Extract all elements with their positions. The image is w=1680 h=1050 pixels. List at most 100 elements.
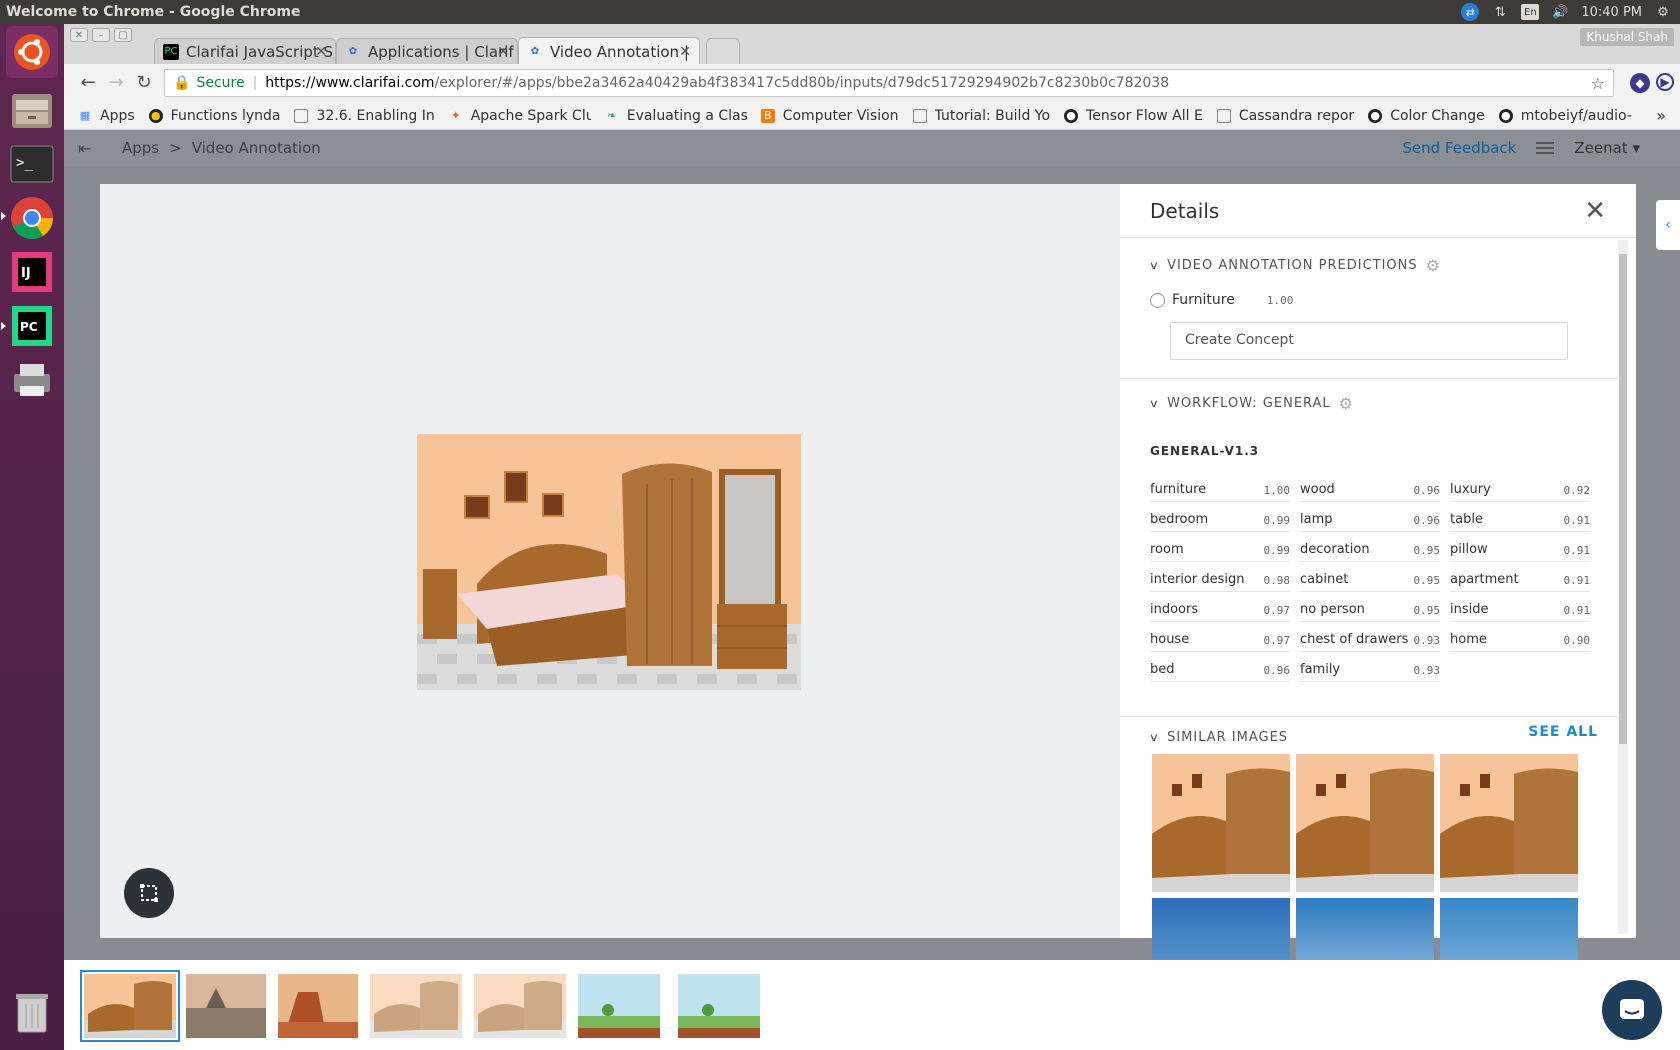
intellij-icon[interactable]: IJ — [6, 246, 58, 298]
page-icon — [1216, 108, 1231, 123]
tag-item[interactable]: inside 0.91 — [1450, 592, 1590, 622]
new-tab-button[interactable] — [706, 38, 740, 64]
chrome-icon[interactable] — [6, 192, 58, 244]
reload-icon[interactable]: ↻ — [132, 72, 156, 94]
tab-video-annotation[interactable]: ✿ Video Annotation | ✕ — [518, 37, 700, 65]
send-feedback-link[interactable]: Send Feedback — [1402, 139, 1516, 157]
tag-item[interactable]: house 0.97 — [1150, 622, 1290, 652]
bookmark-item[interactable]: ● Tensor Flow All E — [1064, 108, 1203, 124]
files-icon[interactable] — [6, 84, 58, 136]
tag-item[interactable]: cabinet 0.95 — [1300, 562, 1440, 592]
tag-item[interactable]: room 0.99 — [1150, 532, 1290, 562]
tab-clarifai-javascript[interactable]: PC Clarifai JavaScript S ✕ — [154, 38, 336, 64]
network-icon[interactable]: ⇅ — [1491, 3, 1509, 21]
tag-item[interactable]: no person 0.95 — [1300, 592, 1440, 622]
tag-item[interactable]: furniture 1.00 — [1150, 472, 1290, 502]
gear-icon[interactable]: ⚙ — [1426, 256, 1441, 275]
close-tab-icon[interactable]: ✕ — [679, 44, 691, 60]
tag-item[interactable]: indoors 0.97 — [1150, 592, 1290, 622]
bookmark-item[interactable]: 32.6. Enabling In — [294, 108, 435, 124]
create-concept-input[interactable]: Create Concept — [1170, 322, 1568, 360]
frame-thumbnail[interactable] — [278, 974, 358, 1038]
bookmark-item[interactable]: ● Functions lynda — [148, 108, 280, 124]
bookmark-item[interactable]: ✦ Apache Spark Clu — [449, 108, 591, 124]
user-menu[interactable]: Zeenat ▾ — [1574, 139, 1640, 157]
forward-arrow-icon[interactable]: → — [104, 72, 128, 94]
video-annotation-predictions-header[interactable]: ∨ VIDEO ANNOTATION PREDICTIONS ⚙ — [1149, 256, 1441, 275]
tag-item[interactable]: home 0.90 — [1450, 622, 1590, 652]
page-content: ⇤ Apps > Video Annotation Send Feedback … — [64, 130, 1680, 1050]
printer-icon[interactable] — [6, 354, 58, 406]
frame-thumbnail[interactable] — [80, 970, 180, 1042]
extension-icon[interactable]: ◆ — [1630, 73, 1650, 93]
page-icon — [912, 108, 927, 123]
media-play-icon[interactable]: ▶ — [1656, 73, 1674, 91]
bookmark-apps[interactable]: ▦ Apps — [78, 108, 135, 124]
concept-radio[interactable] — [1150, 292, 1165, 308]
tab-applications-clarifai[interactable]: ✿ Applications | Clarif ✕ — [336, 38, 518, 64]
frame-thumbnail[interactable] — [186, 974, 266, 1038]
frame-thumbnail[interactable] — [578, 974, 660, 1038]
gear-icon[interactable]: ⚙ — [1339, 394, 1354, 413]
close-tab-icon[interactable]: ✕ — [315, 44, 327, 60]
bookmark-star-icon[interactable]: ☆ — [1591, 74, 1605, 93]
bookmark-item[interactable]: ● Color Change — [1368, 108, 1485, 124]
close-window-icon[interactable]: ✕ — [70, 28, 88, 42]
tag-item[interactable]: lamp 0.96 — [1300, 502, 1440, 532]
ubuntu-logo-icon[interactable] — [6, 26, 58, 78]
tag-item[interactable]: interior design 0.98 — [1150, 562, 1290, 592]
settings-gear-icon[interactable]: ⚙ — [1654, 3, 1672, 21]
breadcrumb-apps[interactable]: Apps — [122, 139, 159, 157]
tag-item[interactable]: bed 0.96 — [1150, 652, 1290, 682]
pycharm-icon[interactable]: PC — [6, 300, 58, 352]
apps-grid-icon: ▦ — [79, 109, 91, 122]
tag-item[interactable]: luxury 0.92 — [1450, 472, 1590, 502]
similar-images-header[interactable]: ∨ SIMILAR IMAGES — [1149, 730, 1288, 745]
terminal-icon[interactable]: >_ — [6, 138, 58, 190]
hamburger-menu-icon[interactable] — [1536, 142, 1555, 154]
chevron-left-icon[interactable]: ‹ — [1656, 200, 1680, 250]
section-divider — [1120, 378, 1620, 379]
similar-image[interactable] — [1152, 754, 1290, 892]
bookmark-item[interactable]: ● mtobeiyf/audio- — [1498, 108, 1632, 124]
profile-name[interactable]: Khushal Shah — [1580, 28, 1674, 46]
tag-item[interactable]: pillow 0.91 — [1450, 532, 1590, 562]
trash-icon[interactable] — [6, 986, 58, 1038]
scrollbar-thumb[interactable] — [1619, 254, 1627, 744]
similar-image[interactable] — [1296, 754, 1434, 892]
close-icon[interactable]: ✕ — [1584, 196, 1606, 226]
clock[interactable]: 10:40 PM — [1581, 5, 1642, 20]
bookmark-item[interactable]: Tutorial: Build Yo — [912, 108, 1050, 124]
keyboard-layout-indicator[interactable]: En — [1521, 4, 1540, 20]
svg-text:PC: PC — [20, 320, 38, 334]
details-scrollbar[interactable] — [1618, 240, 1628, 934]
similar-image[interactable] — [1440, 754, 1578, 892]
tag-item[interactable]: decoration 0.95 — [1300, 532, 1440, 562]
tag-item[interactable]: table 0.91 — [1450, 502, 1590, 532]
concept-name: Furniture — [1172, 292, 1235, 308]
more-bookmarks-chevron[interactable]: » — [1656, 106, 1666, 125]
back-arrow-icon[interactable]: ← — [76, 72, 100, 94]
address-bar[interactable]: 🔒 Secure | https://www.clarifai.com /exp… — [164, 69, 1614, 97]
bookmark-item[interactable]: ❧ Evaluating a Clas — [605, 108, 747, 124]
bookmark-item[interactable]: Cassandra repor — [1216, 108, 1354, 124]
see-all-link[interactable]: SEE ALL — [1528, 724, 1598, 740]
chat-support-button[interactable] — [1602, 980, 1662, 1040]
collapse-sidebar-icon[interactable]: ⇤ — [78, 139, 91, 158]
tag-item[interactable]: apartment 0.91 — [1450, 562, 1590, 592]
frame-thumbnail[interactable] — [474, 974, 566, 1038]
tag-item[interactable]: family 0.93 — [1300, 652, 1440, 682]
bounding-box-tool-button[interactable] — [124, 868, 174, 918]
teamviewer-icon[interactable]: ⇄ — [1461, 3, 1480, 21]
minimize-window-icon[interactable]: – — [92, 28, 110, 42]
tag-item[interactable]: wood 0.96 — [1300, 472, 1440, 502]
workflow-general-header[interactable]: ∨ WORKFLOW: GENERAL ⚙ — [1149, 394, 1354, 413]
maximize-window-icon[interactable]: ▢ — [114, 28, 132, 42]
close-tab-icon[interactable]: ✕ — [497, 44, 509, 60]
frame-thumbnail[interactable] — [370, 974, 462, 1038]
bookmark-item[interactable]: B Computer Vision — [760, 108, 899, 124]
tag-item[interactable]: chest of drawers 0.93 — [1300, 622, 1440, 652]
volume-icon[interactable]: 🔊 — [1551, 3, 1569, 21]
tag-item[interactable]: bedroom 0.99 — [1150, 502, 1290, 532]
frame-thumbnail[interactable] — [678, 974, 760, 1038]
